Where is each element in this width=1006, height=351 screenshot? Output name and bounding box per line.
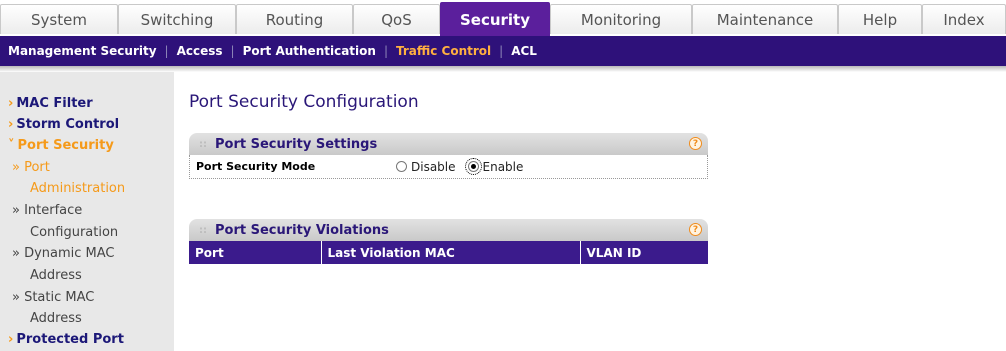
column-header-port[interactable]: Port [189, 241, 322, 264]
violations-table: Port Last Violation MAC VLAN ID [189, 241, 708, 264]
port-security-mode-row: Port Security Mode Disable Enable [189, 155, 708, 179]
panel-title: Port Security Violations [215, 222, 389, 238]
sidebar-subitem-static-mac-address-cont[interactable]: Address [8, 311, 82, 326]
subnav-separator: | [164, 44, 169, 58]
tab-system[interactable]: System [0, 4, 118, 34]
chevron-right-icon: › [8, 332, 14, 347]
sidebar-item-mac-filter[interactable]: › MAC Filter [8, 96, 93, 111]
radio-circle-icon [396, 161, 407, 172]
subnav-management-security[interactable]: Management Security [8, 44, 157, 58]
grip-icon: :: [199, 224, 207, 236]
sidebar-subitem-dynamic-mac-address-cont[interactable]: Address [8, 268, 82, 283]
tab-help[interactable]: Help [838, 4, 922, 34]
tab-switching[interactable]: Switching [118, 4, 236, 34]
sidebar-item-label: MAC Filter [16, 96, 93, 111]
sidebar-item-label: Protected Port [16, 332, 124, 347]
disable-radio[interactable]: Disable [396, 160, 456, 174]
sidebar-item-label: Port Security [17, 138, 114, 153]
disable-radio-label: Disable [411, 159, 456, 174]
page-title: Port Security Configuration [189, 92, 419, 112]
panel-header: :: Port Security Settings ? [189, 133, 708, 155]
sidebar-subitem-interface-configuration-cont[interactable]: Configuration [8, 225, 118, 240]
sidebar-subitem-static-mac-address[interactable]: » Static MAC [8, 290, 94, 305]
port-security-mode-label: Port Security Mode [196, 160, 316, 173]
sidebar-item-storm-control[interactable]: › Storm Control [8, 117, 119, 132]
tab-monitoring[interactable]: Monitoring [550, 4, 692, 34]
port-security-settings-panel: :: Port Security Settings ? Port Securit… [189, 133, 708, 179]
sidebar-subitem-port-administration-cont[interactable]: Administration [8, 181, 125, 196]
sub-navigation-bar: Management Security | Access | Port Auth… [0, 36, 1006, 66]
help-icon[interactable]: ? [689, 223, 702, 236]
subnav-separator: | [383, 44, 388, 58]
sidebar-subitem-dynamic-mac-address[interactable]: » Dynamic MAC [8, 246, 115, 261]
subnav-traffic-control[interactable]: Traffic Control [396, 44, 491, 58]
chevron-right-icon: › [8, 96, 14, 111]
tab-security[interactable]: Security [440, 2, 550, 36]
sidebar-subitem-port-administration[interactable]: » Port [8, 160, 50, 175]
panel-header: :: Port Security Violations ? [189, 219, 708, 241]
column-header-last-violation-mac[interactable]: Last Violation MAC [321, 241, 581, 264]
tab-qos[interactable]: QoS [353, 4, 440, 34]
chevron-down-icon: ˅ [8, 138, 15, 153]
subnav-acl[interactable]: ACL [511, 44, 537, 58]
column-header-vlan-id[interactable]: VLAN ID [580, 241, 708, 264]
table-header-row: Port Last Violation MAC VLAN ID [189, 241, 708, 264]
panel-title: Port Security Settings [215, 136, 378, 152]
sidebar-subitem-interface-configuration[interactable]: » Interface [8, 203, 82, 218]
radio-checked-icon [464, 158, 482, 175]
tab-maintenance[interactable]: Maintenance [692, 4, 838, 34]
tab-routing[interactable]: Routing [236, 4, 353, 34]
chevron-right-icon: › [8, 117, 14, 132]
subnav-port-authentication[interactable]: Port Authentication [243, 44, 376, 58]
sidebar-item-port-security[interactable]: ˅ Port Security [8, 138, 114, 153]
top-tab-bar: System Switching Routing QoS Security Mo… [0, 0, 1006, 36]
sidebar-item-protected-port[interactable]: › Protected Port [8, 332, 124, 347]
port-security-violations-panel: :: Port Security Violations ? Port Last … [189, 219, 708, 264]
tab-index[interactable]: Index [922, 4, 1006, 34]
left-sidebar: › MAC Filter › Storm Control ˅ Port Securit… [0, 72, 174, 351]
enable-radio-label: Enable [482, 159, 524, 174]
help-icon[interactable]: ? [689, 137, 702, 150]
enable-radio[interactable]: Enable [464, 158, 524, 175]
subnav-access[interactable]: Access [177, 44, 223, 58]
sidebar-item-label: Storm Control [16, 117, 120, 132]
subnav-separator: | [230, 44, 235, 58]
grip-icon: :: [199, 138, 207, 150]
subnav-separator: | [499, 44, 504, 58]
